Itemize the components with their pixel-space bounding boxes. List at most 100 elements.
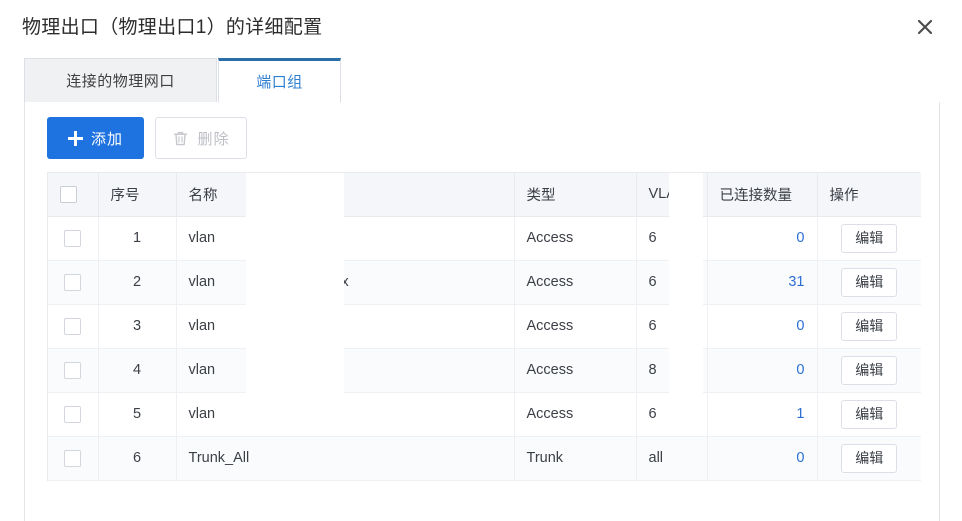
- port-group-table: 序号 名称 类型 VLAN 已连接数量 操作 1 vlan 2.x Access 6 0 编…: [48, 173, 921, 481]
- edit-button[interactable]: 编辑: [841, 399, 898, 429]
- table-toolbar: 添加 删除: [47, 117, 247, 159]
- row-checkbox[interactable]: [64, 273, 82, 291]
- row-checkbox[interactable]: [64, 229, 82, 247]
- cell-type: Access: [514, 216, 637, 261]
- name-text-right: 367.x: [313, 274, 349, 290]
- column-header-action: 操作: [817, 173, 921, 217]
- table-row: 1 vlan 2.x Access 6 0 编辑: [48, 216, 921, 261]
- select-all-checkbox[interactable]: [60, 185, 77, 203]
- cell-index: 5: [98, 392, 177, 437]
- table-row: 4 vlan 40.x Access 8 0 编辑: [48, 348, 921, 393]
- row-checkbox[interactable]: [64, 317, 82, 335]
- cell-name: vlan 2.x: [176, 216, 515, 261]
- cell-name: Trunk_All: [176, 436, 515, 481]
- cell-index: 4: [98, 348, 177, 393]
- row-select-cell: [48, 304, 99, 349]
- plus-icon: [67, 130, 83, 146]
- cell-vlan: 8: [636, 348, 708, 393]
- connected-count-link[interactable]: 31: [788, 274, 804, 290]
- tab-port-group[interactable]: 端口组: [218, 58, 341, 103]
- cell-connected-count: 1: [707, 392, 818, 437]
- delete-button-label: 删除: [197, 130, 230, 148]
- row-checkbox[interactable]: [64, 405, 82, 423]
- edit-button[interactable]: 编辑: [841, 267, 898, 297]
- connected-count-link[interactable]: 1: [796, 406, 804, 422]
- name-text-left: vlan: [188, 406, 216, 422]
- close-icon[interactable]: [910, 12, 940, 42]
- cell-connected-count: 0: [707, 216, 818, 261]
- row-checkbox[interactable]: [64, 361, 82, 379]
- cell-type: Access: [514, 304, 637, 349]
- connected-count-link[interactable]: 0: [796, 230, 804, 246]
- add-button[interactable]: 添加: [47, 117, 144, 159]
- cell-vlan: 6: [636, 260, 708, 305]
- column-header-select-all: [48, 173, 99, 217]
- cell-action: 编辑: [817, 392, 921, 437]
- table-row: 3 vlan 71.x Access 6 0 编辑: [48, 304, 921, 349]
- column-header-connected-count: 已连接数量: [707, 173, 818, 217]
- row-select-cell: [48, 260, 99, 305]
- name-text-right: 71.x: [313, 318, 341, 334]
- table-row: 2 vlan 367.x Access 6 31 编辑: [48, 260, 921, 305]
- edit-button[interactable]: 编辑: [841, 443, 898, 473]
- tab-bar: 连接的物理网口 端口组: [24, 58, 940, 103]
- cell-type: Trunk: [514, 436, 637, 481]
- delete-button[interactable]: 删除: [155, 117, 247, 159]
- column-header-name: 名称: [176, 173, 515, 217]
- dialog-header: 物理出口（物理出口1）的详细配置: [0, 0, 962, 56]
- trash-icon: [172, 130, 189, 147]
- port-group-table-container: 序号 名称 类型 VLAN 已连接数量 操作 1 vlan 2.x Access 6 0 编…: [47, 172, 921, 481]
- name-text-left: vlan: [188, 274, 216, 290]
- cell-vlan: 6: [636, 304, 708, 349]
- table-body: 1 vlan 2.x Access 6 0 编辑 2 vlan 367.x Access 6 31 编辑 3…: [48, 216, 921, 481]
- name-text-left: vlan: [188, 230, 216, 246]
- cell-connected-count: 0: [707, 348, 818, 393]
- edit-button[interactable]: 编辑: [841, 355, 898, 385]
- cell-type: Access: [514, 392, 637, 437]
- row-select-cell: [48, 436, 99, 481]
- row-select-cell: [48, 392, 99, 437]
- column-header-type: 类型: [514, 173, 637, 217]
- cell-connected-count: 0: [707, 436, 818, 481]
- cell-vlan: all: [636, 436, 708, 481]
- cell-index: 6: [98, 436, 177, 481]
- cell-action: 编辑: [817, 436, 921, 481]
- table-row: 6 Trunk_All Trunk all 0 编辑: [48, 436, 921, 481]
- cell-index: 1: [98, 216, 177, 261]
- row-select-cell: [48, 216, 99, 261]
- column-header-vlan: VLAN: [636, 173, 708, 217]
- connected-count-link[interactable]: 0: [796, 450, 804, 466]
- tab-connected-physical-ports[interactable]: 连接的物理网口: [24, 58, 217, 103]
- name-text-right: 40.x: [313, 362, 341, 378]
- name-text-left: vlan: [188, 362, 216, 378]
- cell-vlan: 6: [636, 216, 708, 261]
- cell-vlan: 6: [636, 392, 708, 437]
- tab-label: 端口组: [256, 74, 303, 91]
- cell-action: 编辑: [817, 304, 921, 349]
- table-row: 5 vlan 70.x Access 6 1 编辑: [48, 392, 921, 437]
- cell-name: vlan 367.x: [176, 260, 515, 305]
- tab-label: 连接的物理网口: [66, 73, 175, 90]
- cell-name: vlan 70.x: [176, 392, 515, 437]
- row-select-cell: [48, 348, 99, 393]
- cell-connected-count: 0: [707, 304, 818, 349]
- page-title: 物理出口（物理出口1）的详细配置: [22, 17, 323, 38]
- row-checkbox[interactable]: [64, 449, 82, 467]
- connected-count-link[interactable]: 0: [796, 362, 804, 378]
- cell-connected-count: 31: [707, 260, 818, 305]
- cell-action: 编辑: [817, 216, 921, 261]
- cell-action: 编辑: [817, 348, 921, 393]
- name-text-left: vlan: [188, 318, 216, 334]
- cell-action: 编辑: [817, 260, 921, 305]
- name-text-left: Trunk_All: [188, 450, 250, 466]
- edit-button[interactable]: 编辑: [841, 223, 898, 253]
- cell-type: Access: [514, 348, 637, 393]
- cell-name: vlan 71.x: [176, 304, 515, 349]
- table-header-row: 序号 名称 类型 VLAN 已连接数量 操作: [48, 173, 921, 217]
- cell-name: vlan 40.x: [176, 348, 515, 393]
- connected-count-link[interactable]: 0: [796, 318, 804, 334]
- edit-button[interactable]: 编辑: [841, 311, 898, 341]
- cell-index: 3: [98, 304, 177, 349]
- name-text-right: 2.x: [313, 230, 333, 246]
- name-text-right: 70.x: [313, 406, 341, 422]
